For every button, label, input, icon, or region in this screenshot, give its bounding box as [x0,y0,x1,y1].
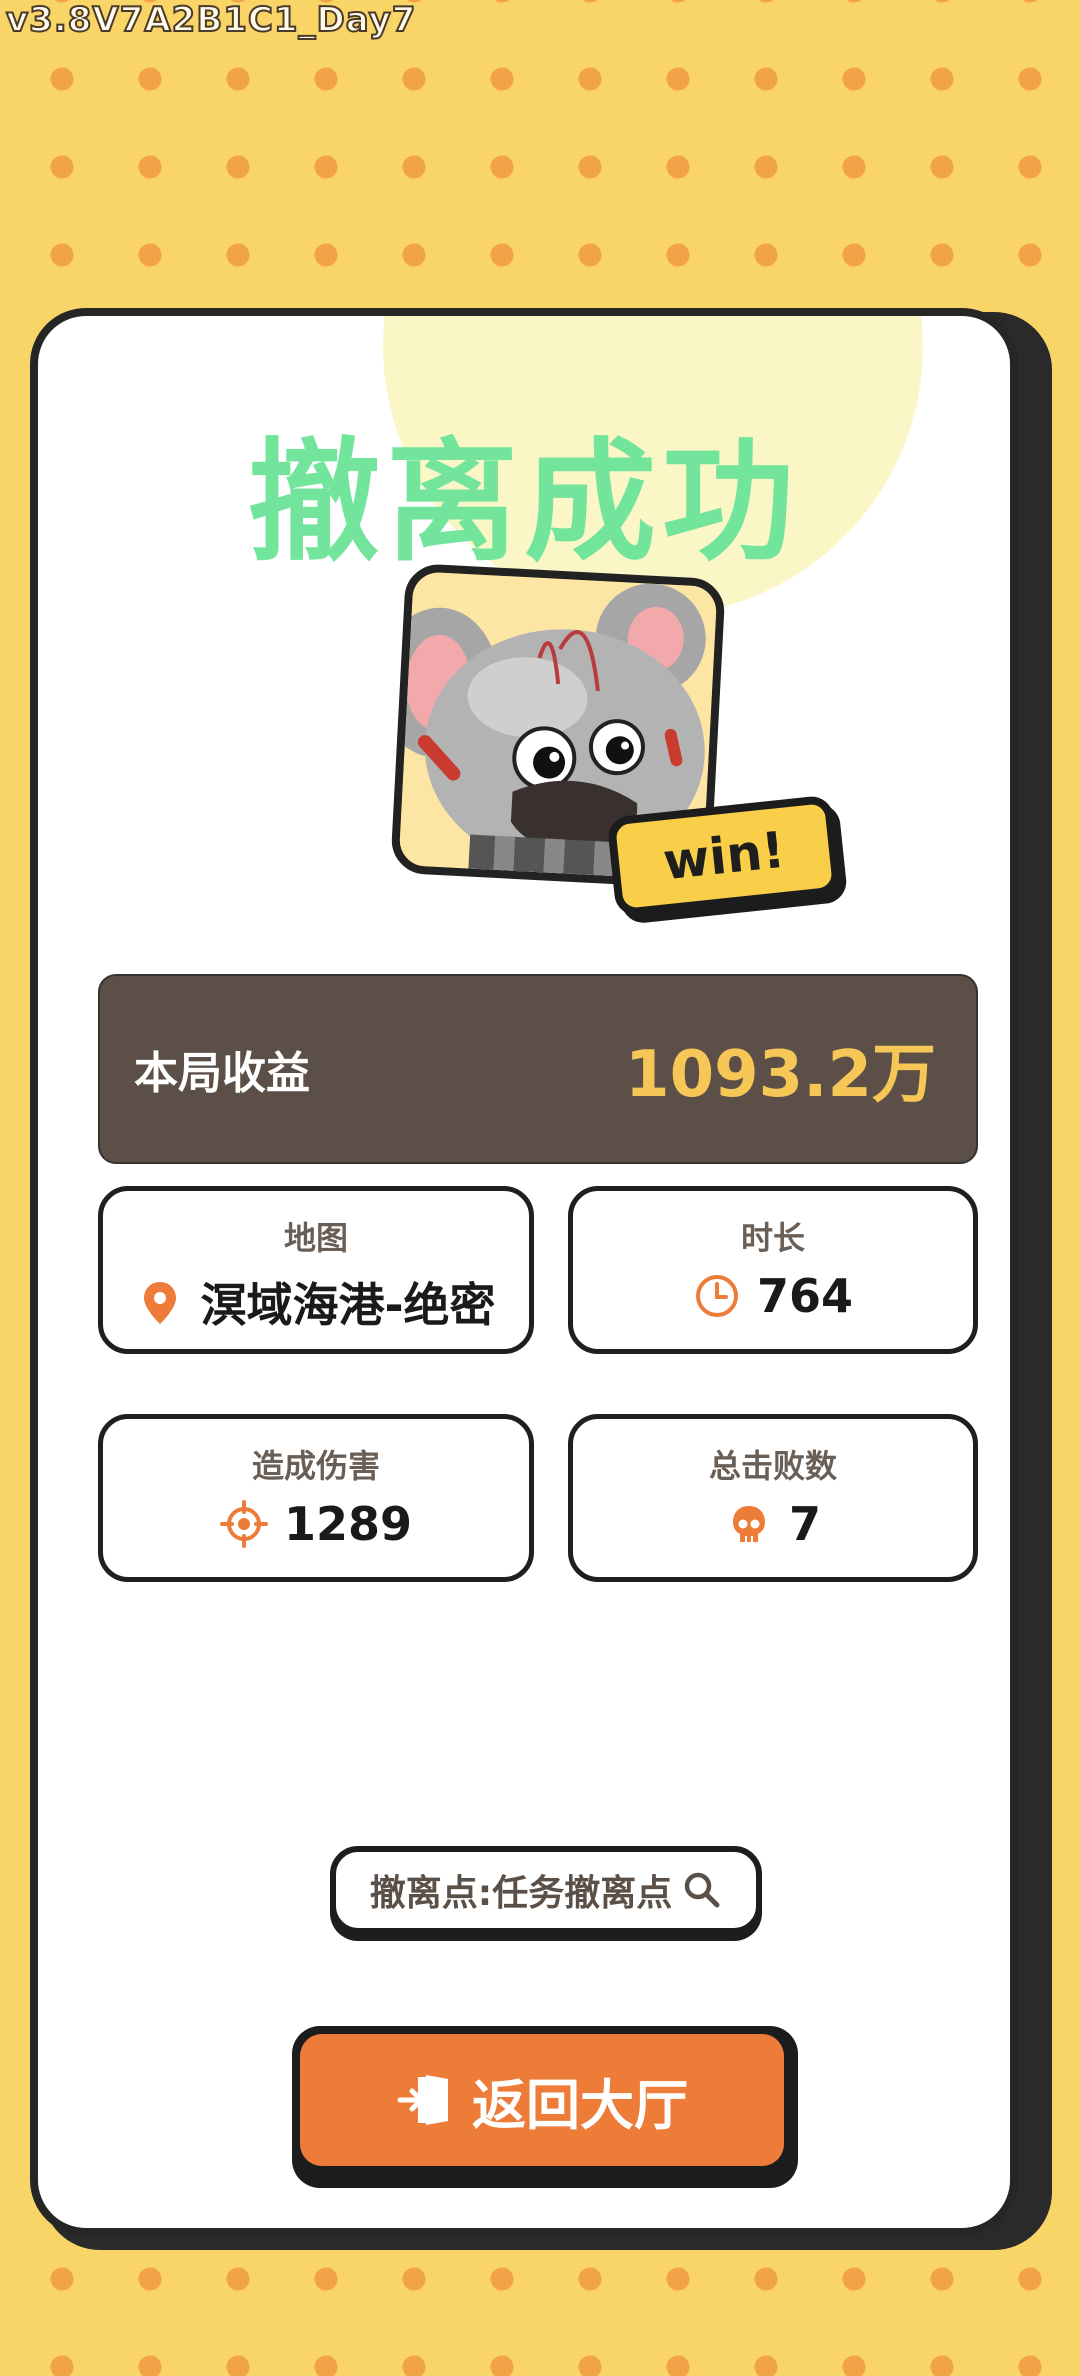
extract-point-button[interactable]: 撤离点:任务撤离点 [330,1846,762,1934]
exit-door-icon [397,2075,448,2125]
stat-card-duration: 时长 764 [568,1186,978,1354]
stat-label-map: 地图 [283,1219,348,1257]
extract-point-label: 撤离点:任务撤离点 [369,1873,673,1914]
stat-card-kills: 总击败数 7 [568,1414,978,1582]
earnings-panel: 本局收益 1093.2万 [98,974,978,1164]
skull-icon [732,1506,765,1542]
stat-value-damage: 1289 [283,1497,413,1551]
stat-label-damage: 造成伤害 [251,1447,380,1485]
location-pin-icon [144,1282,177,1324]
stat-label-kills: 总击败数 [708,1447,837,1485]
crosshair-icon [219,1500,268,1548]
stat-value-map: 溟域海港-绝密 [200,1278,496,1332]
stat-card-map: 地图 溟域海港-绝密 [98,1186,534,1354]
result-card: 撤离成功 win! 本局收益 1093.2万 地图 溟域海港-绝密 时长 764… [30,308,1018,2236]
earnings-value: 1093.2万 [625,1038,936,1112]
return-lobby-button[interactable]: 返回大厅 [292,2026,798,2188]
search-icon [684,1872,720,1908]
result-title: 撤离成功 [248,426,800,580]
stat-value-kills: 7 [788,1497,821,1551]
stat-value-duration: 764 [756,1269,854,1323]
return-lobby-label: 返回大厅 [472,2073,688,2137]
version-label: v3.8V7A2B1C1_Day7 [5,0,417,41]
earnings-label: 本局收益 [134,1048,310,1099]
clock-icon [695,1275,738,1317]
return-lobby-button-face[interactable]: 返回大厅 [300,2034,784,2166]
stat-label-duration: 时长 [740,1219,805,1257]
stat-card-damage: 造成伤害 1289 [98,1414,534,1582]
